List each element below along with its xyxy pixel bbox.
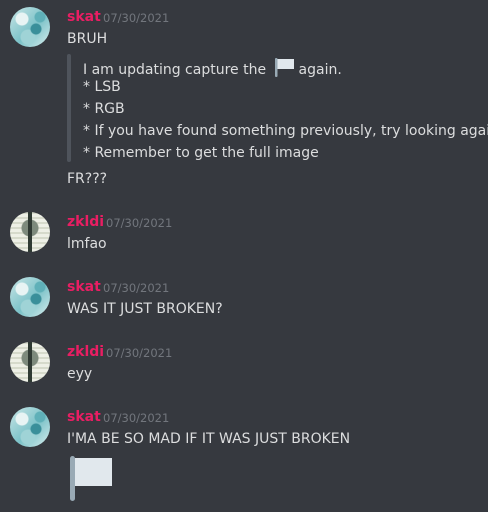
- avatar[interactable]: [10, 342, 50, 382]
- timestamp: 07/30/2021: [103, 411, 170, 425]
- timestamp: 07/30/2021: [106, 216, 173, 230]
- quote-bar: [67, 54, 71, 162]
- white-flag-icon: [274, 58, 294, 77]
- username[interactable]: skat: [67, 279, 101, 295]
- quote-text: I am updating capture the again.: [83, 57, 342, 78]
- message-group: zkldi 07/30/2021 eyy: [0, 335, 488, 395]
- username[interactable]: skat: [67, 9, 101, 25]
- quote-text: * If you have found something previously…: [83, 123, 488, 139]
- avatar[interactable]: [10, 277, 50, 317]
- message-text: eyy: [67, 366, 93, 382]
- quote-text: * LSB: [83, 79, 121, 95]
- timestamp: 07/30/2021: [103, 281, 170, 295]
- quote-text: * Remember to get the full image: [83, 145, 319, 161]
- message-group: skat 07/30/2021 I'MA BE SO MAD IF IT WAS…: [0, 400, 488, 512]
- avatar[interactable]: [10, 407, 50, 447]
- avatar[interactable]: [10, 212, 50, 252]
- message-text: FR???: [67, 171, 108, 187]
- quote-text: * RGB: [83, 101, 125, 117]
- message-text: I'MA BE SO MAD IF IT WAS JUST BROKEN: [67, 431, 351, 447]
- message-group: skat 07/30/2021 WAS IT JUST BROKEN?: [0, 270, 488, 330]
- timestamp: 07/30/2021: [106, 346, 173, 360]
- message-text: BRUH: [67, 31, 108, 47]
- message-group: zkldi 07/30/2021 lmfao: [0, 205, 488, 265]
- message-text: WAS IT JUST BROKEN?: [67, 301, 223, 317]
- message-group: skat 07/30/2021 BRUH I am updating captu…: [0, 0, 488, 200]
- username[interactable]: zkldi: [67, 344, 104, 360]
- white-flag-icon: [70, 456, 112, 501]
- username[interactable]: skat: [67, 409, 101, 425]
- timestamp: 07/30/2021: [103, 11, 170, 25]
- avatar[interactable]: [10, 7, 50, 47]
- message-text: lmfao: [67, 236, 107, 252]
- username[interactable]: zkldi: [67, 214, 104, 230]
